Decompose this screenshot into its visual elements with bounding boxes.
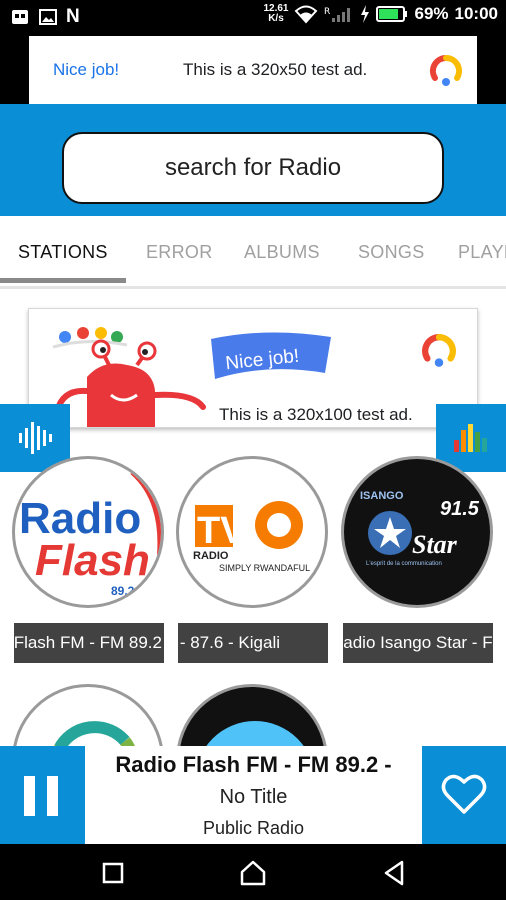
tab-bar: STATIONS ERROR ALBUMS SONGS PLAYLISTS: [0, 216, 506, 286]
ads-logo-icon: [429, 54, 463, 86]
tab-indicator: [0, 278, 126, 283]
medium-banner-ad[interactable]: Nice job! This is a 320x100 test ad.: [28, 308, 478, 428]
isango-star-logo: ISANGO 91.5 Star L'esprit de la communic…: [360, 490, 480, 567]
status-bar: N 12.61 K/s R 69% 10:00: [0, 0, 506, 36]
system-nav-bar: [0, 844, 506, 900]
station-label-tv10[interactable]: TV10 Radio - 87.6 - Kigali: [178, 623, 328, 663]
svg-text:RADIO: RADIO: [193, 550, 229, 562]
station-label-radio-flash[interactable]: Radio Flash FM - FM 89.2: [14, 623, 164, 663]
image-notification-icon: [39, 9, 57, 25]
tab-songs[interactable]: SONGS: [358, 242, 425, 263]
pause-button[interactable]: [0, 746, 85, 844]
recents-icon[interactable]: [98, 858, 128, 888]
pause-icon: [24, 776, 58, 816]
search-input[interactable]: search for Radio: [62, 132, 444, 204]
nice-job-flag: Nice job!: [211, 332, 331, 379]
header: search for Radio: [0, 104, 506, 216]
station-logo-isango-star[interactable]: ISANGO 91.5 Star L'esprit de la communic…: [341, 456, 493, 608]
ad-text: This is a 320x50 test ad.: [183, 60, 368, 79]
heart-icon: [441, 774, 487, 814]
clock: 10:00: [454, 4, 498, 23]
now-playing-title: Radio Flash FM - FM 89.2 -: [115, 752, 392, 777]
ad-text-2: This is a 320x100 test ad.: [219, 405, 413, 424]
tab-albums[interactable]: ALBUMS: [244, 242, 320, 263]
battery-percent: 69%: [414, 4, 449, 23]
svg-text:L'esprit de la communication: L'esprit de la communication: [366, 561, 442, 567]
svg-text:Star: Star: [412, 530, 458, 559]
svg-text:ISANGO: ISANGO: [360, 490, 404, 502]
notification-letter: N: [66, 6, 80, 27]
svg-text:91.5: 91.5: [440, 498, 480, 520]
network-speed: 12.61 K/s: [263, 3, 289, 24]
tab-playlists[interactable]: PLAYLISTS: [458, 242, 506, 263]
svg-text:89.2: 89.2: [111, 584, 135, 598]
station-logo-radio-flash[interactable]: Radio Flash 89.2: [12, 456, 164, 608]
svg-text:R: R: [324, 7, 330, 17]
home-icon[interactable]: [238, 858, 268, 888]
station-label-isango-star[interactable]: Radio Isango Star - FM 91.5: [343, 623, 493, 663]
back-icon[interactable]: [380, 858, 410, 888]
svg-text:SIMPLY RWANDAFUL: SIMPLY RWANDAFUL: [219, 563, 310, 573]
tv10-logo: TV10 RADIO SIMPLY RWANDAFUL: [193, 501, 310, 573]
now-playing-subtitle: No Title: [219, 786, 288, 808]
battery-icon: [376, 6, 408, 22]
banner-ad[interactable]: Nice job! This is a 320x50 test ad.: [29, 36, 477, 104]
station-logo-tv10[interactable]: TV10 RADIO SIMPLY RWANDAFUL: [176, 456, 328, 608]
tab-divider: [0, 286, 506, 289]
tab-error[interactable]: ERROR: [146, 242, 213, 263]
ads-logo-icon-2: [422, 334, 456, 367]
ad-nice-text: Nice job!: [53, 60, 120, 79]
signal-icon: R: [324, 7, 351, 22]
now-playing-bar[interactable]: Radio Flash FM - FM 89.2 - No Title Publ…: [0, 746, 506, 844]
favorite-button[interactable]: [422, 746, 506, 844]
now-playing-genre: Public Radio: [202, 818, 305, 838]
svg-text:Flash: Flash: [35, 536, 150, 585]
tab-stations[interactable]: STATIONS: [18, 242, 108, 263]
radio-flash-logo: Radio Flash 89.2: [19, 467, 161, 598]
app-notification-icon: [12, 10, 28, 24]
charging-icon: [361, 5, 370, 23]
wifi-icon: [295, 5, 318, 24]
